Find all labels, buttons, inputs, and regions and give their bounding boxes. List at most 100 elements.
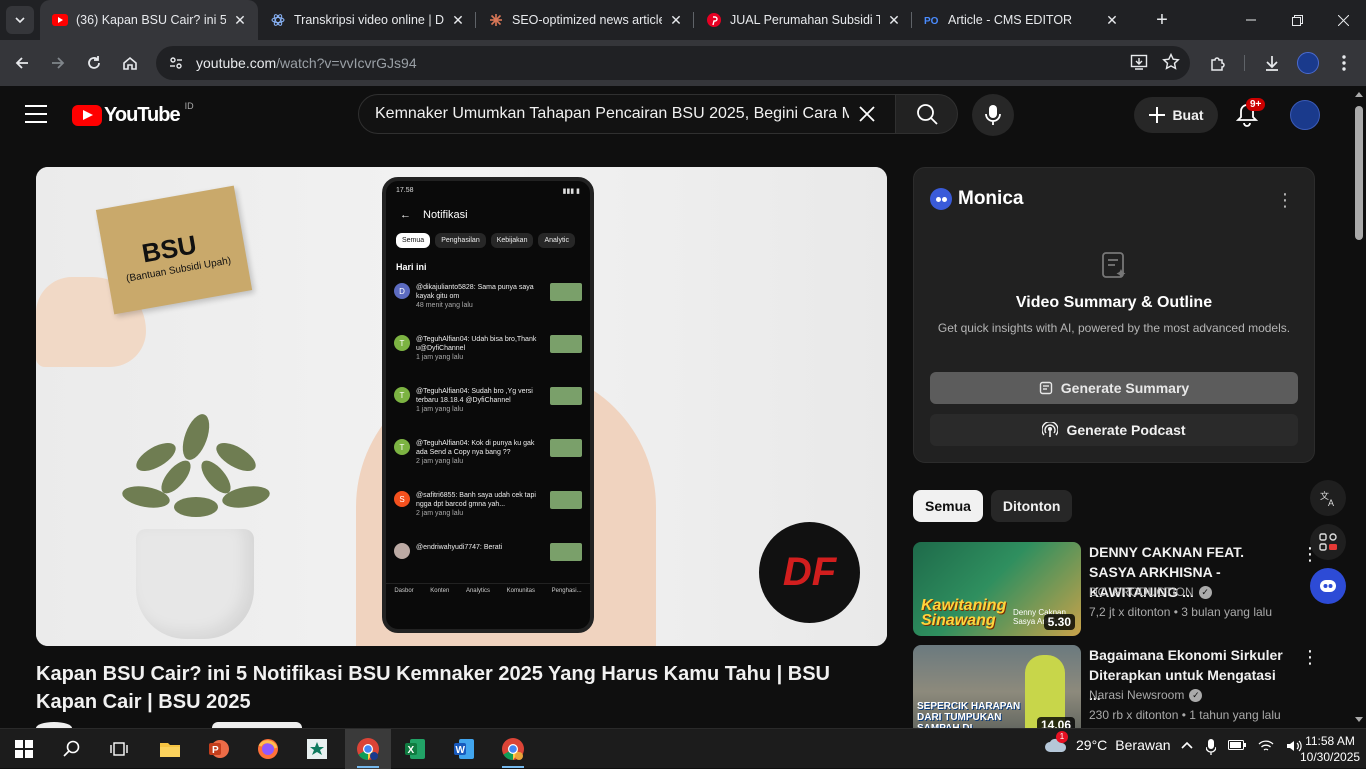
channel-name[interactable]: Narasi Newsroom [1089, 688, 1184, 702]
kebab-menu-icon[interactable]: ⋮ [1276, 190, 1294, 211]
video-thumbnail[interactable]: SEPERCIK HARAPAN DARI TUMPUKAN SAMPAH DI… [913, 645, 1081, 739]
notification-count-badge: 9+ [1246, 98, 1266, 111]
phone-screen-title: Notifikasi [423, 209, 468, 221]
scrollbar-thumb[interactable] [1355, 106, 1363, 240]
firefox-button[interactable] [253, 735, 283, 763]
puzzle-icon [1211, 57, 1225, 71]
downloads-button[interactable] [1258, 49, 1286, 77]
address-bar[interactable]: youtube.com/watch?v=vvIcvrGJs94 [156, 46, 1190, 80]
profile-button[interactable] [1294, 49, 1322, 77]
generate-summary-label: Generate Summary [1060, 380, 1190, 396]
weather-description: Berawan [1115, 737, 1171, 753]
close-icon[interactable]: ✕ [1104, 12, 1120, 28]
reload-button[interactable] [80, 49, 108, 77]
chrome-menu-button[interactable] [1330, 49, 1358, 77]
microphone-icon[interactable] [1205, 739, 1217, 758]
url-host: youtube.com [196, 55, 277, 71]
close-icon[interactable]: ✕ [886, 12, 902, 28]
search-icon [63, 740, 80, 757]
monica-launcher-button[interactable] [1310, 568, 1346, 604]
taskbar-clock[interactable]: 11:58 AM 10/30/2025 [1300, 733, 1360, 765]
phone-chip: Kebijakan [490, 233, 534, 248]
weather-widget[interactable]: 1 29°C Berawan [1044, 731, 1171, 753]
page-scrollbar[interactable] [1352, 86, 1366, 728]
weather-temp: 29°C [1076, 737, 1108, 753]
battery-icon[interactable] [1228, 739, 1246, 758]
youtube-logo[interactable]: YouTube ID [72, 101, 194, 127]
url-text: youtube.com/watch?v=vvIcvrGJs94 [196, 55, 417, 71]
install-app-icon[interactable] [1130, 53, 1148, 71]
chrome-profile-taskbar-button[interactable] [498, 735, 528, 768]
reload-icon [88, 56, 100, 69]
close-window-button[interactable] [1320, 0, 1366, 40]
chip-all[interactable]: Semua [913, 490, 983, 522]
extensions-button[interactable] [1204, 49, 1232, 77]
phone-time: 17.58 [396, 187, 414, 194]
generate-summary-button[interactable]: Generate Summary [930, 372, 1298, 404]
thumbnail-text: Kawitaning Sinawang [921, 597, 1007, 629]
commenter-avatar: D [394, 283, 410, 299]
pinterest-icon [706, 12, 722, 28]
search-taskbar-button[interactable] [57, 735, 87, 763]
tab-youtube[interactable]: (36) Kapan BSU Cair? ini 5 N ✕ [40, 0, 258, 40]
monica-logo-icon [1320, 580, 1336, 592]
bookmark-star-icon[interactable] [1162, 53, 1180, 71]
channel-name[interactable]: DC. PRODUCTION [1089, 585, 1194, 599]
youtube-play-icon [72, 105, 102, 126]
word-button[interactable]: W [449, 735, 479, 763]
video-tools-button[interactable] [1310, 524, 1346, 560]
pinned-app-button[interactable] [302, 735, 332, 763]
close-icon[interactable]: ✕ [668, 12, 684, 28]
phone-notification-item: D @dikajulianto5828: Sama punya saya kaya… [386, 278, 590, 330]
guide-menu-button[interactable] [22, 102, 50, 126]
account-avatar[interactable] [1290, 100, 1320, 130]
minimize-button[interactable] [1228, 0, 1274, 40]
video-thumbnail[interactable]: Kawitaning Sinawang Denny Caknan Sasya A… [913, 542, 1081, 636]
recommendation-item[interactable]: SEPERCIK HARAPAN DARI TUMPUKAN SAMPAH DI… [913, 645, 1333, 741]
search-input[interactable]: Kemnaker Umumkan Tahapan Pencairan BSU 2… [358, 94, 896, 134]
chevron-down-icon [15, 17, 25, 24]
generate-podcast-button[interactable]: Generate Podcast [930, 414, 1298, 446]
video-player[interactable]: BSU (Bantuan Subsidi Upah) 17.58 ▮▮▮ ▮ ← N… [36, 167, 887, 646]
back-button[interactable] [8, 49, 36, 77]
start-button[interactable] [9, 735, 39, 763]
tab-seo-article[interactable]: SEO-optimized news article ✕ [476, 0, 694, 40]
commenter-avatar: S [394, 491, 410, 507]
video-thumbnail [550, 439, 582, 457]
tab-transkripsi[interactable]: Transkripsi video online | De ✕ [258, 0, 476, 40]
new-tab-button[interactable]: + [1150, 8, 1174, 32]
translate-button[interactable]: 文A [1310, 480, 1346, 516]
scroll-down-arrow-icon[interactable] [1355, 717, 1363, 722]
file-explorer-button[interactable] [155, 735, 185, 763]
close-icon[interactable]: ✕ [450, 12, 466, 28]
tab-cms-editor[interactable]: PO Article - CMS EDITOR ✕ [912, 0, 1130, 40]
tab-pinterest[interactable]: JUAL Perumahan Subsidi Typ ✕ [694, 0, 912, 40]
excel-button[interactable]: X [400, 735, 430, 763]
search-icon [916, 104, 938, 125]
close-icon[interactable]: ✕ [232, 12, 248, 28]
search-button[interactable] [895, 94, 958, 134]
task-view-button[interactable] [104, 735, 134, 763]
translate-icon: 文A [1320, 490, 1334, 507]
scroll-up-arrow-icon[interactable] [1355, 92, 1363, 97]
kebab-menu-icon[interactable]: ⋮ [1301, 647, 1319, 668]
video-thumbnail [550, 543, 582, 561]
wifi-icon[interactable] [1258, 739, 1274, 758]
chrome-taskbar-button[interactable] [353, 735, 383, 768]
notifications-button[interactable]: 9+ [1232, 98, 1266, 130]
chevron-up-icon[interactable] [1180, 739, 1194, 758]
restore-button[interactable] [1274, 0, 1320, 40]
voice-search-button[interactable] [972, 94, 1014, 136]
forward-button[interactable] [44, 49, 72, 77]
clear-search-icon[interactable] [855, 102, 879, 126]
create-button[interactable]: Buat [1134, 97, 1218, 133]
monica-logo-icon [930, 188, 952, 210]
recommendation-item[interactable]: Kawitaning Sinawang Denny Caknan Sasya A… [913, 542, 1333, 638]
site-settings-icon[interactable] [168, 55, 184, 71]
powerpoint-button[interactable]: P [204, 735, 234, 763]
chip-watched[interactable]: Ditonton [990, 490, 1073, 522]
plus-icon [1149, 107, 1166, 123]
windows-taskbar: P X W 1 29°C Berawan 11:58 AM 10/30/2025 [0, 728, 1366, 769]
home-button[interactable] [116, 49, 144, 77]
tab-search-button[interactable] [6, 6, 34, 34]
